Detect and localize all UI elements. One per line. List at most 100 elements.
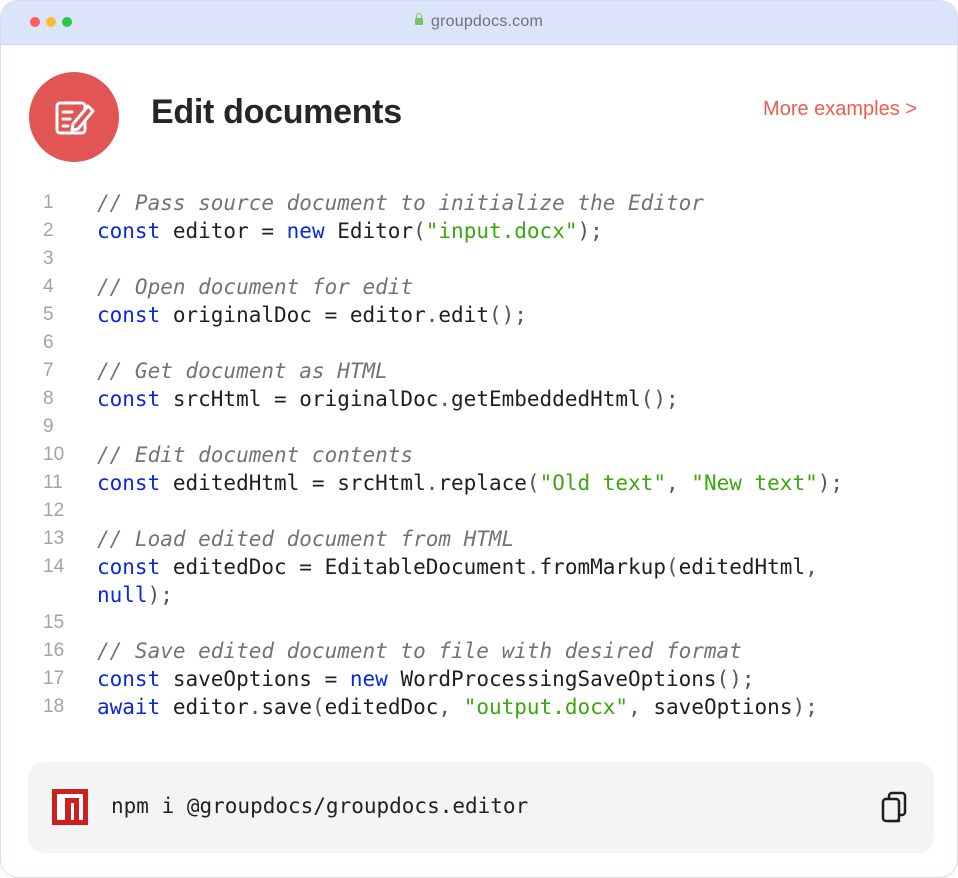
code-token: .: [425, 303, 439, 327]
line-number: 9: [43, 416, 54, 437]
code-token: (: [413, 219, 426, 243]
code-token: ();: [488, 303, 527, 327]
line-number: 18: [43, 696, 65, 717]
code-token: const: [97, 387, 161, 411]
code-token: fromMarkup: [539, 555, 666, 579]
code-line: 14 const editedDoc = EditableDocument.fro…: [1, 553, 957, 581]
code-token: .: [526, 555, 540, 579]
code-line: 18 await editor.save(editedDoc, "output.d…: [1, 693, 957, 721]
code-line: 6: [1, 329, 957, 357]
url-text: groupdocs.com: [431, 13, 543, 30]
copy-icon[interactable]: [880, 791, 908, 823]
code-token: const: [97, 555, 161, 579]
code-line: 17 const saveOptions = new WordProcessing…: [1, 665, 957, 693]
lock-icon: [415, 13, 423, 25]
code-token: editedHtml = srcHtml: [160, 471, 426, 495]
line-number: 14: [43, 556, 65, 577]
code-token: editedDoc: [324, 695, 439, 719]
code-token: saveOptions =: [160, 667, 350, 691]
code-token: // Pass source document to initialize th…: [97, 191, 704, 215]
code-token: .: [438, 387, 452, 411]
line-number: 10: [43, 444, 65, 465]
install-command-text: npm i @groupdocs/groupdocs.editor: [111, 794, 529, 818]
code-text: // Load edited document from HTML: [97, 525, 514, 553]
line-number: 16: [43, 640, 65, 661]
code-token: null: [97, 583, 148, 607]
code-line: 10 // Edit document contents: [1, 441, 957, 469]
code-text: const originalDoc = editor.edit();: [97, 301, 527, 329]
line-number: 13: [43, 528, 65, 549]
code-token: (: [526, 471, 540, 495]
code-token: );: [147, 583, 173, 607]
code-token: new: [286, 219, 325, 243]
install-command-bar: npm i @groupdocs/groupdocs.editor: [28, 762, 934, 853]
code-token: "input.docx": [425, 219, 578, 243]
code-token: const: [97, 471, 161, 495]
code-text: null);: [97, 581, 173, 609]
code-text: // Get document as HTML: [97, 357, 388, 385]
code-line: 12: [1, 497, 957, 525]
code-text: // Pass source document to initialize th…: [97, 189, 704, 217]
code-token: await: [97, 695, 161, 719]
code-text: const srcHtml = originalDoc.getEmbeddedH…: [97, 385, 679, 413]
code-token: // Load edited document from HTML: [97, 527, 515, 551]
code-token: "Old text": [539, 471, 666, 495]
page-title: Edit documents: [151, 93, 402, 131]
line-number: 15: [43, 612, 65, 633]
code-token: ,: [666, 471, 692, 495]
address-bar[interactable]: groupdocs.com: [1, 13, 957, 31]
code-line: 5 const originalDoc = editor.edit();: [1, 301, 957, 329]
code-line: 3: [1, 245, 957, 273]
code-line: 15: [1, 609, 957, 637]
code-token: .: [248, 695, 262, 719]
code-line: 2 const editor = new Editor("input.docx")…: [1, 217, 957, 245]
line-number: 7: [43, 360, 54, 381]
line-number: 1: [43, 192, 54, 213]
code-token: new: [349, 667, 388, 691]
code-token: editedHtml: [678, 555, 806, 579]
code-token: ,: [805, 555, 818, 579]
code-text: const editedHtml = srcHtml.replace("Old …: [97, 469, 843, 497]
code-line: 16 // Save edited document to file with d…: [1, 637, 957, 665]
code-line: 7 // Get document as HTML: [1, 357, 957, 385]
line-number: 2: [43, 220, 54, 241]
code-token: "output.docx": [463, 695, 629, 719]
line-number: 3: [43, 248, 54, 269]
line-number: 8: [43, 388, 54, 409]
code-text: const editor = new Editor("input.docx");: [97, 217, 603, 245]
code-text: const saveOptions = new WordProcessingSa…: [97, 665, 754, 693]
code-line: null);: [1, 581, 957, 609]
code-token: edit: [438, 303, 489, 327]
code-line: 4 // Open document for edit: [1, 273, 957, 301]
line-number: 5: [43, 304, 54, 325]
code-line: 11 const editedHtml = srcHtml.replace("Ol…: [1, 469, 957, 497]
code-line: 1 // Pass source document to initialize t…: [1, 189, 957, 217]
code-token: editor =: [160, 219, 287, 243]
code-token: const: [97, 667, 161, 691]
code-token: (: [665, 555, 679, 579]
code-token: ();: [640, 387, 679, 411]
code-token: // Open document for edit: [97, 275, 414, 299]
code-text: // Open document for edit: [97, 273, 413, 301]
line-number: 6: [43, 332, 54, 353]
edit-document-icon: [55, 101, 95, 135]
code-token: const: [97, 219, 161, 243]
browser-window: groupdocs.com Edit documents More exampl…: [0, 0, 958, 878]
code-token: );: [817, 471, 844, 495]
code-token: editedDoc = EditableDocument: [160, 555, 527, 579]
code-token: replace: [438, 471, 527, 495]
code-line: 8 const srcHtml = originalDoc.getEmbedded…: [1, 385, 957, 413]
code-token: ();: [716, 667, 755, 691]
code-token: // Edit document contents: [97, 443, 414, 467]
code-token: originalDoc = editor: [160, 303, 426, 327]
code-token: saveOptions: [653, 695, 793, 719]
line-number: 11: [43, 472, 63, 493]
npm-icon: [52, 789, 88, 825]
code-token: Editor: [324, 219, 414, 243]
code-text: // Save edited document to file with des…: [97, 637, 742, 665]
code-token: const: [97, 303, 161, 327]
code-block: 1 // Pass source document to initialize t…: [1, 189, 957, 721]
code-token: save: [261, 695, 312, 719]
code-text: await editor.save(editedDoc, "output.doc…: [97, 693, 818, 721]
more-examples-link[interactable]: More examples >: [763, 98, 917, 121]
